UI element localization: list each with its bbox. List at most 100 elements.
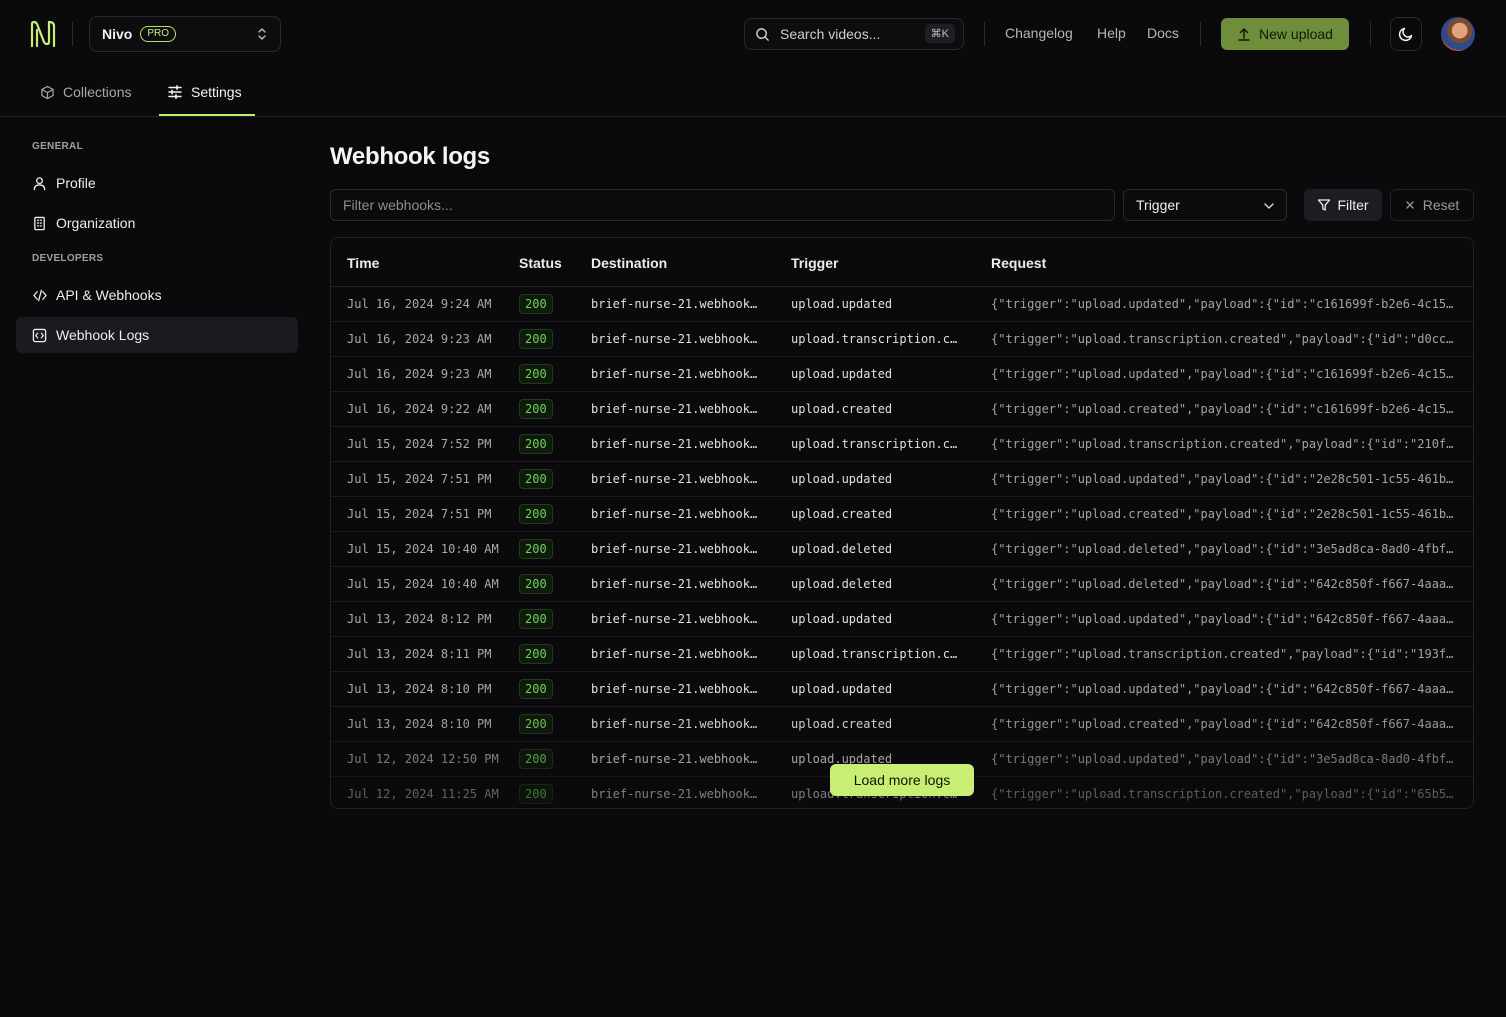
search-placeholder: Search videos... [780,26,881,42]
table-header: Time Status Destination Trigger Request [331,238,1473,287]
cell-destination: brief-nurse-21.webhook… [591,647,758,661]
docs-link[interactable]: Docs [1147,25,1179,41]
table-row[interactable]: Jul 13, 2024 8:10 PM 200 brief-nurse-21.we… [331,672,1473,707]
tab-collections[interactable]: Collections [40,68,131,116]
building-icon [34,216,45,230]
column-header-time: Time [347,255,380,271]
cell-destination: brief-nurse-21.webhook… [591,402,758,416]
reset-button[interactable]: Reset [1390,189,1474,221]
tab-settings[interactable]: Settings [167,68,242,116]
cell-request: {"trigger":"upload.transcription.created… [991,787,1454,801]
sidebar-item-webhook-logs[interactable]: Webhook Logs [16,317,298,353]
cell-trigger: upload.deleted [791,577,893,591]
table-row[interactable]: Jul 13, 2024 8:12 PM 200 brief-nurse-21.we… [331,602,1473,637]
reset-button-label: Reset [1422,197,1460,213]
status-badge: 200 [519,294,553,314]
changelog-link[interactable]: Changelog [1005,25,1073,41]
moon-icon [1398,27,1413,42]
sliders-icon [168,85,182,99]
divider [1370,22,1371,46]
sidebar-item-label: Webhook Logs [56,327,150,343]
help-link[interactable]: Help [1097,25,1126,41]
trigger-select-value: Trigger [1136,197,1180,213]
cell-request: {"trigger":"upload.deleted","payload":{"… [991,577,1454,591]
webhook-logs-table: Time Status Destination Trigger Request … [330,237,1474,809]
status-badge: 200 [519,749,553,769]
table-row[interactable]: Jul 15, 2024 7:51 PM 200 brief-nurse-21.we… [331,497,1473,532]
load-more-button[interactable]: Load more logs [830,764,974,796]
trigger-select[interactable]: Trigger [1123,189,1287,221]
search-shortcut: ⌘K [924,24,955,43]
status-badge: 200 [519,644,553,664]
cell-trigger: upload.deleted [791,542,893,556]
cell-destination: brief-nurse-21.webhook… [591,682,758,696]
cell-destination: brief-nurse-21.webhook… [591,787,758,801]
table-row[interactable]: Jul 16, 2024 9:22 AM 200 brief-nurse-21.we… [331,392,1473,427]
search-box[interactable]: Search videos... ⌘K [744,18,964,50]
column-header-status: Status [519,255,562,271]
status-badge: 200 [519,574,553,594]
theme-toggle-button[interactable] [1390,17,1422,51]
cell-time: Jul 15, 2024 7:51 PM [347,507,492,521]
table-row[interactable]: Jul 16, 2024 9:24 AM 200 brief-nurse-21.we… [331,287,1473,322]
code-square-icon [32,328,47,342]
cell-time: Jul 15, 2024 10:40 AM [347,577,499,591]
org-name: Nivo [102,26,133,42]
column-header-trigger: Trigger [791,255,839,271]
cell-request: {"trigger":"upload.created","payload":{"… [991,402,1454,416]
cell-request: {"trigger":"upload.updated","payload":{"… [991,752,1454,766]
cell-destination: brief-nurse-21.webhook… [591,612,758,626]
nivo-logo-icon[interactable] [30,20,56,48]
cell-time: Jul 15, 2024 7:52 PM [347,437,492,451]
status-badge: 200 [519,434,553,454]
cell-request: {"trigger":"upload.transcription.created… [991,437,1454,451]
table-row[interactable]: Jul 15, 2024 7:52 PM 200 brief-nurse-21.we… [331,427,1473,462]
cell-destination: brief-nurse-21.webhook… [591,332,758,346]
divider [1200,22,1201,46]
close-icon [1406,201,1414,209]
table-row[interactable]: Jul 16, 2024 9:23 AM 200 brief-nurse-21.we… [331,322,1473,357]
status-badge: 200 [519,609,553,629]
status-badge: 200 [519,679,553,699]
cell-destination: brief-nurse-21.webhook… [591,752,758,766]
table-row[interactable]: Jul 15, 2024 10:40 AM 200 brief-nurse-21.w… [331,567,1473,602]
filter-button[interactable]: Filter [1304,189,1382,221]
table-row[interactable]: Jul 15, 2024 7:51 PM 200 brief-nurse-21.we… [331,462,1473,497]
filter-placeholder: Filter webhooks... [343,197,453,213]
table-row[interactable]: Jul 16, 2024 9:23 AM 200 brief-nurse-21.we… [331,357,1473,392]
funnel-icon [1318,199,1331,211]
sidebar-item-label: API & Webhooks [56,287,162,303]
cell-time: Jul 13, 2024 8:11 PM [347,647,492,661]
cell-request: {"trigger":"upload.transcription.created… [991,647,1454,661]
active-tab-indicator [159,114,255,116]
status-badge: 200 [519,714,553,734]
status-badge: 200 [519,399,553,419]
column-header-destination: Destination [591,255,668,271]
user-avatar[interactable] [1441,17,1475,51]
sidebar-item-organization[interactable]: Organization [16,205,298,241]
top-bar: Nivo PRO Search videos... ⌘K Changelog H… [0,0,1506,68]
sidebar-item-api-webhooks[interactable]: API & Webhooks [16,277,298,313]
search-icon [756,27,769,41]
status-badge: 200 [519,329,553,349]
filter-webhooks-input[interactable]: Filter webhooks... [330,189,1115,221]
status-badge: 200 [519,504,553,524]
sidebar-item-profile[interactable]: Profile [16,165,298,201]
cell-destination: brief-nurse-21.webhook… [591,297,758,311]
cell-destination: brief-nurse-21.webhook… [591,472,758,486]
status-badge: 200 [519,539,553,559]
table-row[interactable]: Jul 13, 2024 8:11 PM 200 brief-nurse-21.we… [331,637,1473,672]
cell-trigger: upload.updated [791,297,893,311]
upload-icon [1238,28,1250,41]
cell-request: {"trigger":"upload.created","payload":{"… [991,507,1454,521]
cell-time: Jul 15, 2024 7:51 PM [347,472,492,486]
divider [984,22,985,46]
table-row[interactable]: Jul 13, 2024 8:10 PM 200 brief-nurse-21.we… [331,707,1473,742]
sidebar-item-label: Profile [56,175,96,191]
table-row[interactable]: Jul 15, 2024 10:40 AM 200 brief-nurse-21.w… [331,532,1473,567]
new-upload-button[interactable]: New upload [1221,18,1349,50]
cell-time: Jul 13, 2024 8:10 PM [347,717,492,731]
org-switcher[interactable]: Nivo PRO [89,16,281,52]
new-upload-label: New upload [1259,26,1333,42]
cell-time: Jul 16, 2024 9:23 AM [347,367,492,381]
